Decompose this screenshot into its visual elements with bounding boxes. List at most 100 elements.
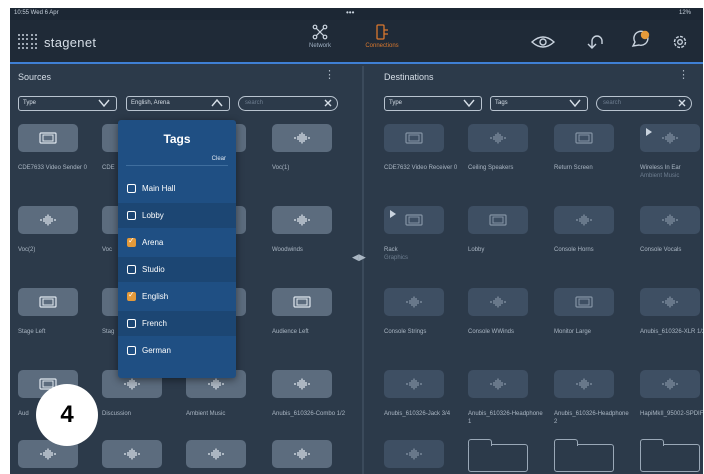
- chevron-down-icon: [98, 99, 110, 108]
- tag-option[interactable]: German: [118, 338, 236, 363]
- tag-checkbox[interactable]: [127, 184, 136, 193]
- tag-option[interactable]: English: [118, 284, 236, 309]
- source-tile[interactable]: [272, 288, 332, 316]
- network-icon: [312, 24, 328, 40]
- destination-tile[interactable]: [384, 206, 444, 234]
- destination-tile[interactable]: [468, 124, 528, 152]
- tile-label-text: CDE7632 Video Receiver 0: [384, 165, 458, 171]
- sources-header: Sources ⋮: [18, 66, 338, 90]
- tag-option[interactable]: Lobby: [118, 203, 236, 228]
- tile-label-text: Anubis_610326-Combo 1/2: [272, 411, 346, 417]
- folder-icon[interactable]: [467, 439, 528, 472]
- tag-checkbox[interactable]: [127, 211, 136, 220]
- source-tile[interactable]: [272, 206, 332, 234]
- tab-network[interactable]: Network: [290, 24, 350, 49]
- play-indicator-icon: [646, 128, 652, 136]
- destinations-search-input[interactable]: search: [596, 96, 692, 111]
- tag-option[interactable]: Studio: [118, 257, 236, 282]
- sources-search-input[interactable]: search: [238, 96, 338, 111]
- status-time: 10:55 Wed 6 Apr: [14, 10, 59, 16]
- source-tile[interactable]: [272, 124, 332, 152]
- tag-checkbox[interactable]: [127, 290, 136, 301]
- destination-tile[interactable]: [468, 288, 528, 316]
- destinations-type-filter[interactable]: Type: [384, 96, 482, 111]
- chevron-down-icon: [463, 99, 475, 108]
- destinations-title: Destinations: [384, 72, 434, 82]
- tile-label-text: Console Strings: [384, 329, 427, 335]
- battery-text: 12%: [678, 10, 691, 16]
- source-tile[interactable]: [102, 440, 162, 468]
- destination-tile[interactable]: [640, 124, 700, 152]
- screen-icon: [293, 296, 311, 308]
- eye-icon[interactable]: [530, 34, 556, 50]
- tag-checkbox[interactable]: [127, 346, 136, 355]
- destination-tile[interactable]: [640, 206, 700, 234]
- source-tile[interactable]: [272, 440, 332, 468]
- destination-tile[interactable]: [384, 124, 444, 152]
- tile-label: Ambient Music: [186, 410, 262, 418]
- screen-icon: [489, 214, 507, 226]
- tab-connections[interactable]: Connections: [352, 24, 412, 49]
- left-right-arrows-icon[interactable]: ◀▶: [352, 252, 366, 263]
- destination-tile[interactable]: [554, 206, 614, 234]
- destination-tile[interactable]: [384, 440, 444, 468]
- waveform-icon: [662, 296, 678, 308]
- clear-search-icon[interactable]: [677, 98, 687, 108]
- tags-dropdown-title: Tags: [163, 132, 191, 146]
- source-tile[interactable]: [18, 288, 78, 316]
- destinations-tags-filter[interactable]: Tags: [490, 96, 588, 111]
- tile-label: HapiMkII_95002-SPDIF: [640, 410, 703, 418]
- tile-label-text: Return Screen: [554, 165, 593, 171]
- waveform-icon: [490, 132, 506, 144]
- logo: stagenet: [18, 34, 96, 50]
- tile-label: CDE7633 Video Sender 0: [18, 164, 94, 172]
- panel-divider[interactable]: [362, 66, 364, 474]
- source-tile[interactable]: [18, 124, 78, 152]
- tile-label-text: Discussion: [102, 411, 132, 417]
- tag-checkbox[interactable]: [127, 236, 136, 247]
- folder-icon[interactable]: [553, 439, 614, 472]
- destination-tile[interactable]: [640, 370, 700, 398]
- waveform-icon: [406, 296, 422, 308]
- tile-label: Rack Graphics: [384, 246, 460, 262]
- destination-tile[interactable]: [468, 206, 528, 234]
- destination-tile[interactable]: [468, 370, 528, 398]
- connections-icon: [376, 24, 388, 40]
- destinations-menu-icon[interactable]: ⋮: [678, 68, 689, 81]
- tile-label-text: Monitor Large: [554, 329, 592, 335]
- tag-option-label: Lobby: [142, 211, 164, 220]
- undo-icon[interactable]: [586, 34, 604, 50]
- sources-search-placeholder: search: [245, 100, 264, 106]
- source-tile[interactable]: [186, 440, 246, 468]
- tile-label: Anubis_610326-Jack 3/4: [384, 410, 460, 418]
- tag-option[interactable]: Main Hall: [118, 176, 236, 201]
- destination-tile[interactable]: [554, 124, 614, 152]
- folder-icon[interactable]: [639, 439, 700, 472]
- tile-label-text: Anubis_610326-XLR 1/2: [640, 329, 703, 335]
- tile-label-text: Console WWinds: [468, 329, 515, 335]
- tile-label: Audience Left: [272, 328, 348, 336]
- screen-icon: [39, 132, 57, 144]
- sources-menu-icon[interactable]: ⋮: [324, 68, 335, 81]
- tag-option[interactable]: French: [118, 311, 236, 336]
- tag-option[interactable]: Arena: [118, 230, 236, 255]
- tag-checkbox[interactable]: [127, 265, 136, 274]
- destination-tile[interactable]: [384, 288, 444, 316]
- source-tile[interactable]: [18, 206, 78, 234]
- destination-tile[interactable]: [554, 370, 614, 398]
- tile-label: Console Vocals: [640, 246, 703, 254]
- tags-clear-button[interactable]: Clear: [212, 156, 226, 162]
- chevron-down-icon: [569, 99, 581, 108]
- logo-icon: [18, 34, 38, 50]
- sources-type-filter[interactable]: Type: [18, 96, 117, 111]
- gear-icon[interactable]: [672, 34, 688, 50]
- chat-icon[interactable]: [630, 30, 652, 50]
- sources-tags-filter[interactable]: English, Arena: [126, 96, 230, 111]
- tile-label: CDE7632 Video Receiver 0: [384, 164, 460, 172]
- source-tile[interactable]: [272, 370, 332, 398]
- destination-tile[interactable]: [384, 370, 444, 398]
- tag-checkbox[interactable]: [127, 319, 136, 328]
- clear-search-icon[interactable]: [323, 98, 333, 108]
- destination-tile[interactable]: [640, 288, 700, 316]
- destination-tile[interactable]: [554, 288, 614, 316]
